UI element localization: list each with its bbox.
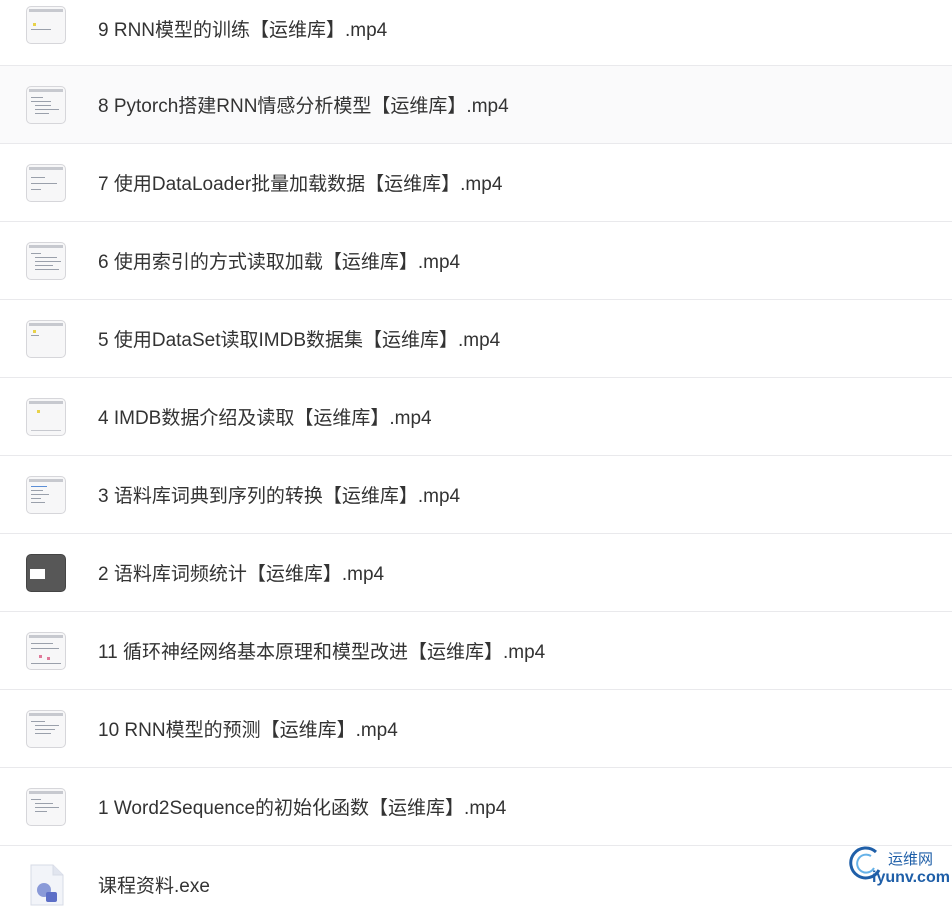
file-name: 课程资料.exe xyxy=(98,876,210,897)
file-name: 11 循环神经网络基本原理和模型改进【运维库】.mp4 xyxy=(98,642,546,663)
file-name: 6 使用索引的方式读取加载【运维库】.mp4 xyxy=(98,252,461,273)
video-thumbnail-icon xyxy=(26,787,66,826)
file-name: 8 Pytorch搭建RNN情感分析模型【运维库】.mp4 xyxy=(98,96,509,117)
video-thumbnail-icon xyxy=(26,319,66,358)
file-name: 7 使用DataLoader批量加载数据【运维库】.mp4 xyxy=(98,174,503,195)
file-name: 3 语料库词典到序列的转换【运维库】.mp4 xyxy=(98,486,461,507)
file-name: 4 IMDB数据介绍及读取【运维库】.mp4 xyxy=(98,408,432,429)
file-row[interactable]: 3 语料库词典到序列的转换【运维库】.mp4 xyxy=(0,456,952,534)
video-thumbnail-icon xyxy=(26,241,66,280)
file-row[interactable]: 2 语料库词频统计【运维库】.mp4 xyxy=(0,534,952,612)
video-thumbnail-icon xyxy=(26,397,66,436)
video-thumbnail-icon xyxy=(26,631,66,670)
exe-file-icon xyxy=(30,864,64,906)
file-row[interactable]: 1 Word2Sequence的初始化函数【运维库】.mp4 xyxy=(0,768,952,846)
file-row[interactable]: 课程资料.exe xyxy=(0,846,952,923)
watermark-url: iyunv.com xyxy=(872,869,950,886)
video-thumbnail-dark-icon xyxy=(26,553,66,592)
file-list: 9 RNN模型的训练【运维库】.mp4 8 Pytorch搭建RNN情感分析模型… xyxy=(0,0,952,923)
video-thumbnail-icon xyxy=(26,709,66,748)
file-name: 5 使用DataSet读取IMDB数据集【运维库】.mp4 xyxy=(98,330,501,351)
file-name: 2 语料库词频统计【运维库】.mp4 xyxy=(98,564,385,585)
file-row[interactable]: 4 IMDB数据介绍及读取【运维库】.mp4 xyxy=(0,378,952,456)
watermark: 运维网 iyunv.com xyxy=(846,842,952,892)
video-thumbnail-icon xyxy=(26,6,66,44)
file-row[interactable]: 6 使用索引的方式读取加载【运维库】.mp4 xyxy=(0,222,952,300)
file-name: 10 RNN模型的预测【运维库】.mp4 xyxy=(98,720,398,741)
file-row[interactable]: 5 使用DataSet读取IMDB数据集【运维库】.mp4 xyxy=(0,300,952,378)
file-name: 9 RNN模型的训练【运维库】.mp4 xyxy=(98,20,388,41)
file-row[interactable]: 9 RNN模型的训练【运维库】.mp4 xyxy=(0,0,952,66)
file-row[interactable]: 11 循环神经网络基本原理和模型改进【运维库】.mp4 xyxy=(0,612,952,690)
video-thumbnail-icon xyxy=(26,85,66,124)
file-row[interactable]: 8 Pytorch搭建RNN情感分析模型【运维库】.mp4 xyxy=(0,66,952,144)
file-row[interactable]: 10 RNN模型的预测【运维库】.mp4 xyxy=(0,690,952,768)
file-name: 1 Word2Sequence的初始化函数【运维库】.mp4 xyxy=(98,798,507,819)
file-row[interactable]: 7 使用DataLoader批量加载数据【运维库】.mp4 xyxy=(0,144,952,222)
watermark-title: 运维网 xyxy=(888,851,934,868)
video-thumbnail-icon xyxy=(26,475,66,514)
video-thumbnail-icon xyxy=(26,163,66,202)
